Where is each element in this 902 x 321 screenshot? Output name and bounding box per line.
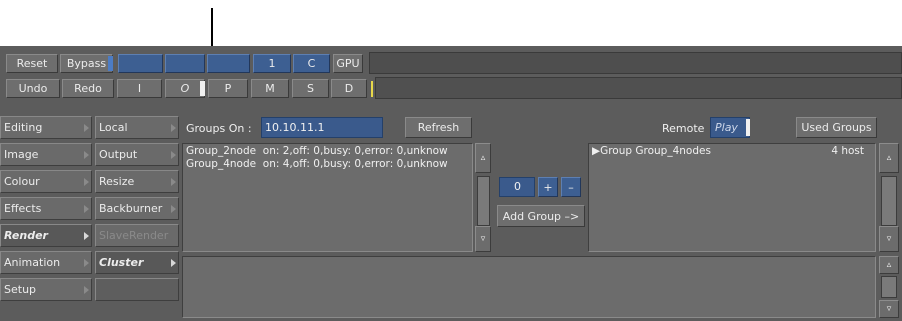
used-groups-scroll-up-icon[interactable]: ▵ <box>879 143 899 173</box>
group-count-field[interactable]: 0 <box>499 177 535 197</box>
address-field[interactable]: 10.10.11.1 <box>261 117 383 138</box>
menu-editing-label: Editing <box>4 121 43 134</box>
d-button[interactable]: D <box>331 79 367 98</box>
chevron-right-icon <box>171 150 176 159</box>
menu-render[interactable]: Render <box>0 224 92 247</box>
message-scroll-down-icon[interactable]: ▿ <box>879 300 899 318</box>
message-scrollbar[interactable] <box>881 276 897 298</box>
chevron-right-icon <box>171 258 176 267</box>
plus-button[interactable]: + <box>538 177 558 197</box>
bypass-button[interactable]: Bypass <box>60 54 113 73</box>
groups-list[interactable]: Group_2node on: 2,off: 0,busy: 0,error: … <box>182 143 473 252</box>
frame-marker <box>371 81 373 97</box>
s-button[interactable]: S <box>292 79 329 98</box>
render-panel: Reset Bypass 1 C GPU Undo Redo I O P M S… <box>0 46 902 321</box>
groups-scroll-down-icon[interactable]: ▿ <box>475 226 491 252</box>
menu-cluster[interactable]: Cluster <box>95 251 179 274</box>
groups-scroll-up-icon[interactable]: ▵ <box>475 143 491 173</box>
group-name: Group_2node <box>186 145 257 157</box>
group-status: on: 4,off: 0,busy: 0,error: 0,unknow <box>262 158 448 170</box>
menu-effects[interactable]: Effects <box>0 197 92 220</box>
chevron-right-icon <box>84 258 89 267</box>
menu-backburner-label: Backburner <box>99 202 163 215</box>
menu-setup-label: Setup <box>4 283 37 296</box>
menu-animation-label: Animation <box>4 256 61 269</box>
menu-effects-label: Effects <box>4 202 42 215</box>
play-field[interactable]: Play <box>710 117 750 138</box>
refresh-button[interactable]: Refresh <box>405 117 472 138</box>
used-groups-button[interactable]: Used Groups <box>796 117 877 138</box>
used-group-name: Group Group_4nodes <box>600 145 711 157</box>
chevron-right-icon <box>84 150 89 159</box>
menu-editing[interactable]: Editing <box>0 116 92 139</box>
i-button[interactable]: I <box>117 79 162 98</box>
gpu-button[interactable]: GPU <box>333 54 363 73</box>
menu-resize-label: Resize <box>99 175 135 188</box>
menu-colour-label: Colour <box>4 175 40 188</box>
menu-col2-empty <box>95 278 179 301</box>
menu-render-label: Render <box>4 229 48 242</box>
menu-image[interactable]: Image <box>0 143 92 166</box>
menu-colour[interactable]: Colour <box>0 170 92 193</box>
view-slot-3[interactable] <box>207 54 250 73</box>
bypass-indicator <box>108 56 113 71</box>
menu-backburner[interactable]: Backburner <box>95 197 179 220</box>
used-groups-scroll-down-icon[interactable]: ▿ <box>879 226 899 252</box>
top-message-bar <box>369 52 902 74</box>
message-scroll-up-icon[interactable]: ▵ <box>879 256 899 274</box>
menu-animation[interactable]: Animation <box>0 251 92 274</box>
channel-c-button[interactable]: C <box>293 54 330 73</box>
minus-button[interactable]: – <box>561 177 581 197</box>
menu-slaverender[interactable]: SlaveRender <box>95 224 179 247</box>
message-area <box>182 256 876 318</box>
used-group-hosts: 4 host <box>831 145 864 157</box>
menu-resize[interactable]: Resize <box>95 170 179 193</box>
view-slot-2[interactable] <box>165 54 205 73</box>
menu-image-label: Image <box>4 148 39 161</box>
reset-button[interactable]: Reset <box>6 54 58 73</box>
p-button[interactable]: P <box>208 79 248 98</box>
list-item[interactable]: Group_4node on: 4,off: 0,busy: 0,error: … <box>186 158 448 170</box>
menu-slaverender-label: SlaveRender <box>99 229 169 242</box>
menu-local[interactable]: Local <box>95 116 179 139</box>
o-indicator <box>200 81 205 96</box>
add-group-button[interactable]: Add Group –> <box>497 205 585 227</box>
expand-triangle-icon: ▶ <box>592 145 601 157</box>
undo-button[interactable]: Undo <box>6 79 60 98</box>
channel-1-button[interactable]: 1 <box>253 54 291 73</box>
menu-output-label: Output <box>99 148 138 161</box>
chevron-right-icon <box>84 177 89 186</box>
chevron-right-icon <box>171 123 176 132</box>
list-item[interactable]: ▶Group Group_4nodes 4 host <box>592 145 870 157</box>
chevron-right-icon <box>84 285 89 294</box>
used-groups-list[interactable]: ▶Group Group_4nodes 4 host <box>588 143 876 252</box>
chevron-right-icon <box>84 123 89 132</box>
group-status: on: 2,off: 0,busy: 0,error: 0,unknow <box>262 145 448 157</box>
play-indicator <box>746 119 750 136</box>
chevron-right-icon <box>171 204 176 213</box>
groups-scrollbar[interactable] <box>477 176 490 226</box>
chevron-right-icon <box>84 204 89 213</box>
chevron-right-icon <box>171 177 176 186</box>
menu-cluster-label: Cluster <box>99 256 144 269</box>
view-slot-1[interactable] <box>118 54 163 73</box>
o-button[interactable]: O <box>165 79 205 98</box>
redo-button[interactable]: Redo <box>62 79 114 98</box>
menu-setup[interactable]: Setup <box>0 278 92 301</box>
groups-on-label: Groups On : <box>186 122 252 135</box>
timeline-bar <box>375 77 902 99</box>
remote-label: Remote <box>662 122 705 135</box>
used-groups-scrollbar[interactable] <box>881 176 897 226</box>
chevron-right-icon <box>84 231 89 240</box>
group-name: Group_4node <box>186 158 257 170</box>
m-button[interactable]: M <box>251 79 289 98</box>
menu-local-label: Local <box>99 121 128 134</box>
menu-output[interactable]: Output <box>95 143 179 166</box>
list-item[interactable]: Group_2node on: 2,off: 0,busy: 0,error: … <box>186 145 448 157</box>
